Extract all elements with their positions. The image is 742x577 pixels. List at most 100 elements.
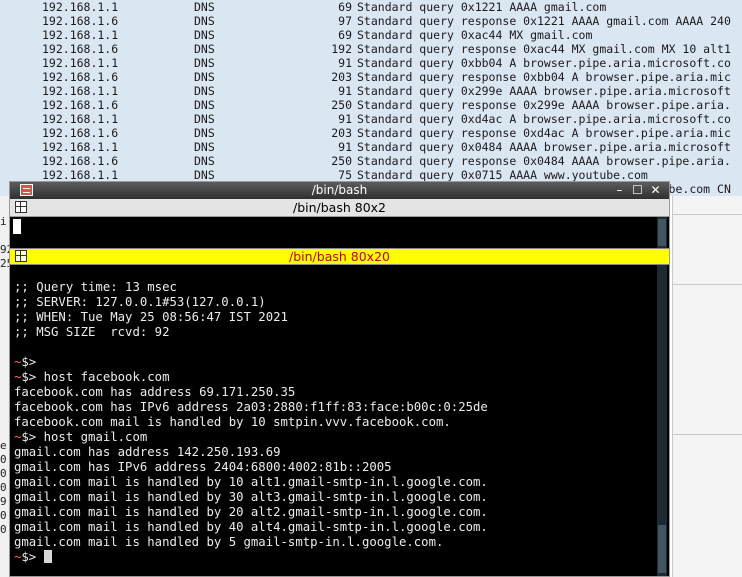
packet-source: 192.168.1.6	[42, 42, 119, 56]
packet-row[interactable]: 192.168.1.1 DNS 91 Standard query 0xd4ac A …	[0, 112, 742, 126]
packet-length: 203	[331, 126, 352, 140]
packet-row[interactable]: 192.168.1.6 DNS 97 Standard query response …	[0, 14, 742, 28]
packet-row[interactable]: 192.168.1.1 DNS 91 Standard query 0xbb04 A …	[0, 56, 742, 70]
packet-row[interactable]: 192.168.1.1 DNS 75 Standard query 0x0715 AA…	[0, 168, 742, 182]
terminal-prompt-line[interactable]: ~$>	[14, 550, 654, 565]
terminal-line: ~$> host facebook.com	[14, 370, 654, 385]
packet-row[interactable]: 192.168.1.6 DNS 203 Standard query response…	[0, 126, 742, 140]
packet-info: Standard query response 0x1221 AAAA gmai…	[357, 14, 731, 28]
packet-info: Standard query response 0xd4ac A browser…	[357, 126, 731, 140]
terminal-app-icon[interactable]	[20, 184, 33, 196]
packet-protocol: DNS	[194, 140, 215, 154]
left-pane-fragment: e	[0, 439, 7, 452]
packet-protocol: DNS	[194, 154, 215, 168]
line-text: $>	[21, 355, 37, 369]
line-text: facebook.com has address 69.171.250.35	[14, 385, 296, 399]
pane-divider	[673, 284, 742, 285]
packet-length: 91	[338, 56, 352, 70]
packet-source: 192.168.1.6	[42, 154, 119, 168]
packet-row[interactable]: 192.168.1.6 DNS 192 Standard query response…	[0, 42, 742, 56]
packet-length: 69	[338, 0, 352, 14]
line-text: gmail.com has IPv6 address 2404:6800:400…	[14, 460, 392, 474]
maximize-button[interactable]: ☐	[630, 183, 645, 197]
line-text: facebook.com has IPv6 address 2a03:2880:…	[14, 400, 488, 414]
packet-list[interactable]: 192.168.1.1 DNS 69 Standard query 0x1221 AA…	[0, 0, 742, 196]
packet-protocol: DNS	[194, 98, 215, 112]
packet-row[interactable]: 192.168.1.1 DNS 69 Standard query 0x1221 AA…	[0, 0, 742, 14]
line-text: gmail.com has address 142.250.193.69	[14, 445, 281, 459]
packet-row[interactable]: 192.168.1.1 DNS 69 Standard query 0xac44 MX…	[0, 28, 742, 42]
terminal-line: gmail.com mail is handled by 40 alt4.gma…	[14, 520, 654, 535]
left-pane-fragment: 0	[0, 453, 7, 466]
split-pane-icon[interactable]	[15, 201, 27, 213]
minimize-button[interactable]: –	[612, 183, 627, 197]
packet-protocol: DNS	[194, 168, 215, 182]
terminal-line: gmail.com mail is handled by 5 gmail-smt…	[14, 535, 654, 550]
packet-length: 250	[331, 154, 352, 168]
terminal-titlebar[interactable]: /bin/bash – ☐ ✕	[10, 182, 669, 199]
line-text: gmail.com mail is handled by 20 alt2.gma…	[14, 505, 488, 519]
packet-protocol: DNS	[194, 112, 215, 126]
terminal-pane-top[interactable]	[10, 217, 669, 248]
terminal-line: gmail.com has address 142.250.193.69	[14, 445, 654, 460]
left-pane-fragment: i	[0, 215, 7, 228]
terminal-line: gmail.com mail is handled by 20 alt2.gma…	[14, 505, 654, 520]
split-pane-icon[interactable]	[15, 250, 27, 262]
terminal-line: facebook.com has IPv6 address 2a03:2880:…	[14, 400, 654, 415]
packet-row[interactable]: 192.168.1.6 DNS 250 Standard query response…	[0, 98, 742, 112]
left-pane-fragment: 0	[0, 523, 7, 536]
packet-protocol: DNS	[194, 70, 215, 84]
packet-row[interactable]: 192.168.1.6 DNS 250 Standard query response…	[0, 154, 742, 168]
packet-source: 192.168.1.1	[42, 84, 119, 98]
pane1-title: /bin/bash 80x2	[292, 200, 386, 215]
terminal-output[interactable]: ;; Query time: 13 msec;; SERVER: 127.0.0…	[14, 280, 654, 565]
terminal-line: gmail.com mail is handled by 30 alt3.gma…	[14, 490, 654, 505]
packet-source: 192.168.1.6	[42, 14, 119, 28]
packet-source: 192.168.1.6	[42, 98, 119, 112]
terminal-line: ;; SERVER: 127.0.0.1#53(127.0.0.1)	[14, 295, 654, 310]
terminal-line: gmail.com mail is handled by 10 alt1.gma…	[14, 475, 654, 490]
line-text: $> host facebook.com	[21, 370, 170, 384]
terminal-line: ;; WHEN: Tue May 25 08:56:47 IST 2021	[14, 310, 654, 325]
pane1-scrollbar-thumb[interactable]	[658, 219, 666, 246]
packet-protocol: DNS	[194, 14, 215, 28]
pane-divider	[673, 434, 742, 435]
background-detail-pane	[672, 196, 742, 577]
packet-length: 250	[331, 98, 352, 112]
left-pane-fragment: 0	[0, 467, 7, 480]
packet-info: Standard query 0x299e AAAA browser.pipe.…	[357, 84, 731, 98]
packet-protocol: DNS	[194, 0, 215, 14]
line-text: gmail.com mail is handled by 40 alt4.gma…	[14, 520, 488, 534]
packet-source: 192.168.1.1	[42, 112, 119, 126]
packet-protocol: DNS	[194, 126, 215, 140]
text-cursor	[43, 550, 52, 563]
packet-row[interactable]: 192.168.1.1 DNS 91 Standard query 0x0484 AA…	[0, 140, 742, 154]
packet-row[interactable]: 192.168.1.6 DNS 203 Standard query response…	[0, 70, 742, 84]
line-text: gmail.com mail is handled by 10 alt1.gma…	[14, 475, 488, 489]
close-button[interactable]: ✕	[648, 183, 663, 197]
packet-info: Standard query 0x1221 AAAA gmail.com	[357, 0, 607, 14]
terminal-window[interactable]: /bin/bash – ☐ ✕ /bin/bash 80x2 /bin/bash…	[9, 181, 670, 577]
pane2-scrollbar[interactable]	[657, 265, 667, 576]
pane2-header[interactable]: /bin/bash 80x20	[10, 248, 669, 265]
packet-row[interactable]: 192.168.1.1 DNS 91 Standard query 0x299e AA…	[0, 84, 742, 98]
packet-length: 97	[338, 14, 352, 28]
packet-length: 75	[338, 168, 352, 182]
pane1-cursor	[13, 219, 21, 234]
packet-info: Standard query response 0x0484 AAAA brow…	[357, 154, 731, 168]
pane1-scrollbar[interactable]	[657, 217, 667, 248]
left-pane-fragment: 9	[0, 495, 7, 508]
packet-info: Standard query 0x0715 AAAA www.youtube.c…	[357, 168, 648, 182]
packet-length: 192	[331, 42, 352, 56]
pane2-scrollbar-thumb[interactable]	[658, 525, 666, 573]
packet-source: 192.168.1.1	[42, 140, 119, 154]
pane1-header[interactable]: /bin/bash 80x2	[10, 199, 669, 217]
packet-info: Standard query 0xd4ac A browser.pipe.ari…	[357, 112, 731, 126]
line-text: ;; WHEN: Tue May 25 08:56:47 IST 2021	[14, 310, 288, 324]
terminal-line: gmail.com has IPv6 address 2404:6800:400…	[14, 460, 654, 475]
packet-source: 192.168.1.1	[42, 28, 119, 42]
packet-source: 192.168.1.6	[42, 126, 119, 140]
line-text: $> host gmail.com	[21, 430, 148, 444]
packet-length: 203	[331, 70, 352, 84]
